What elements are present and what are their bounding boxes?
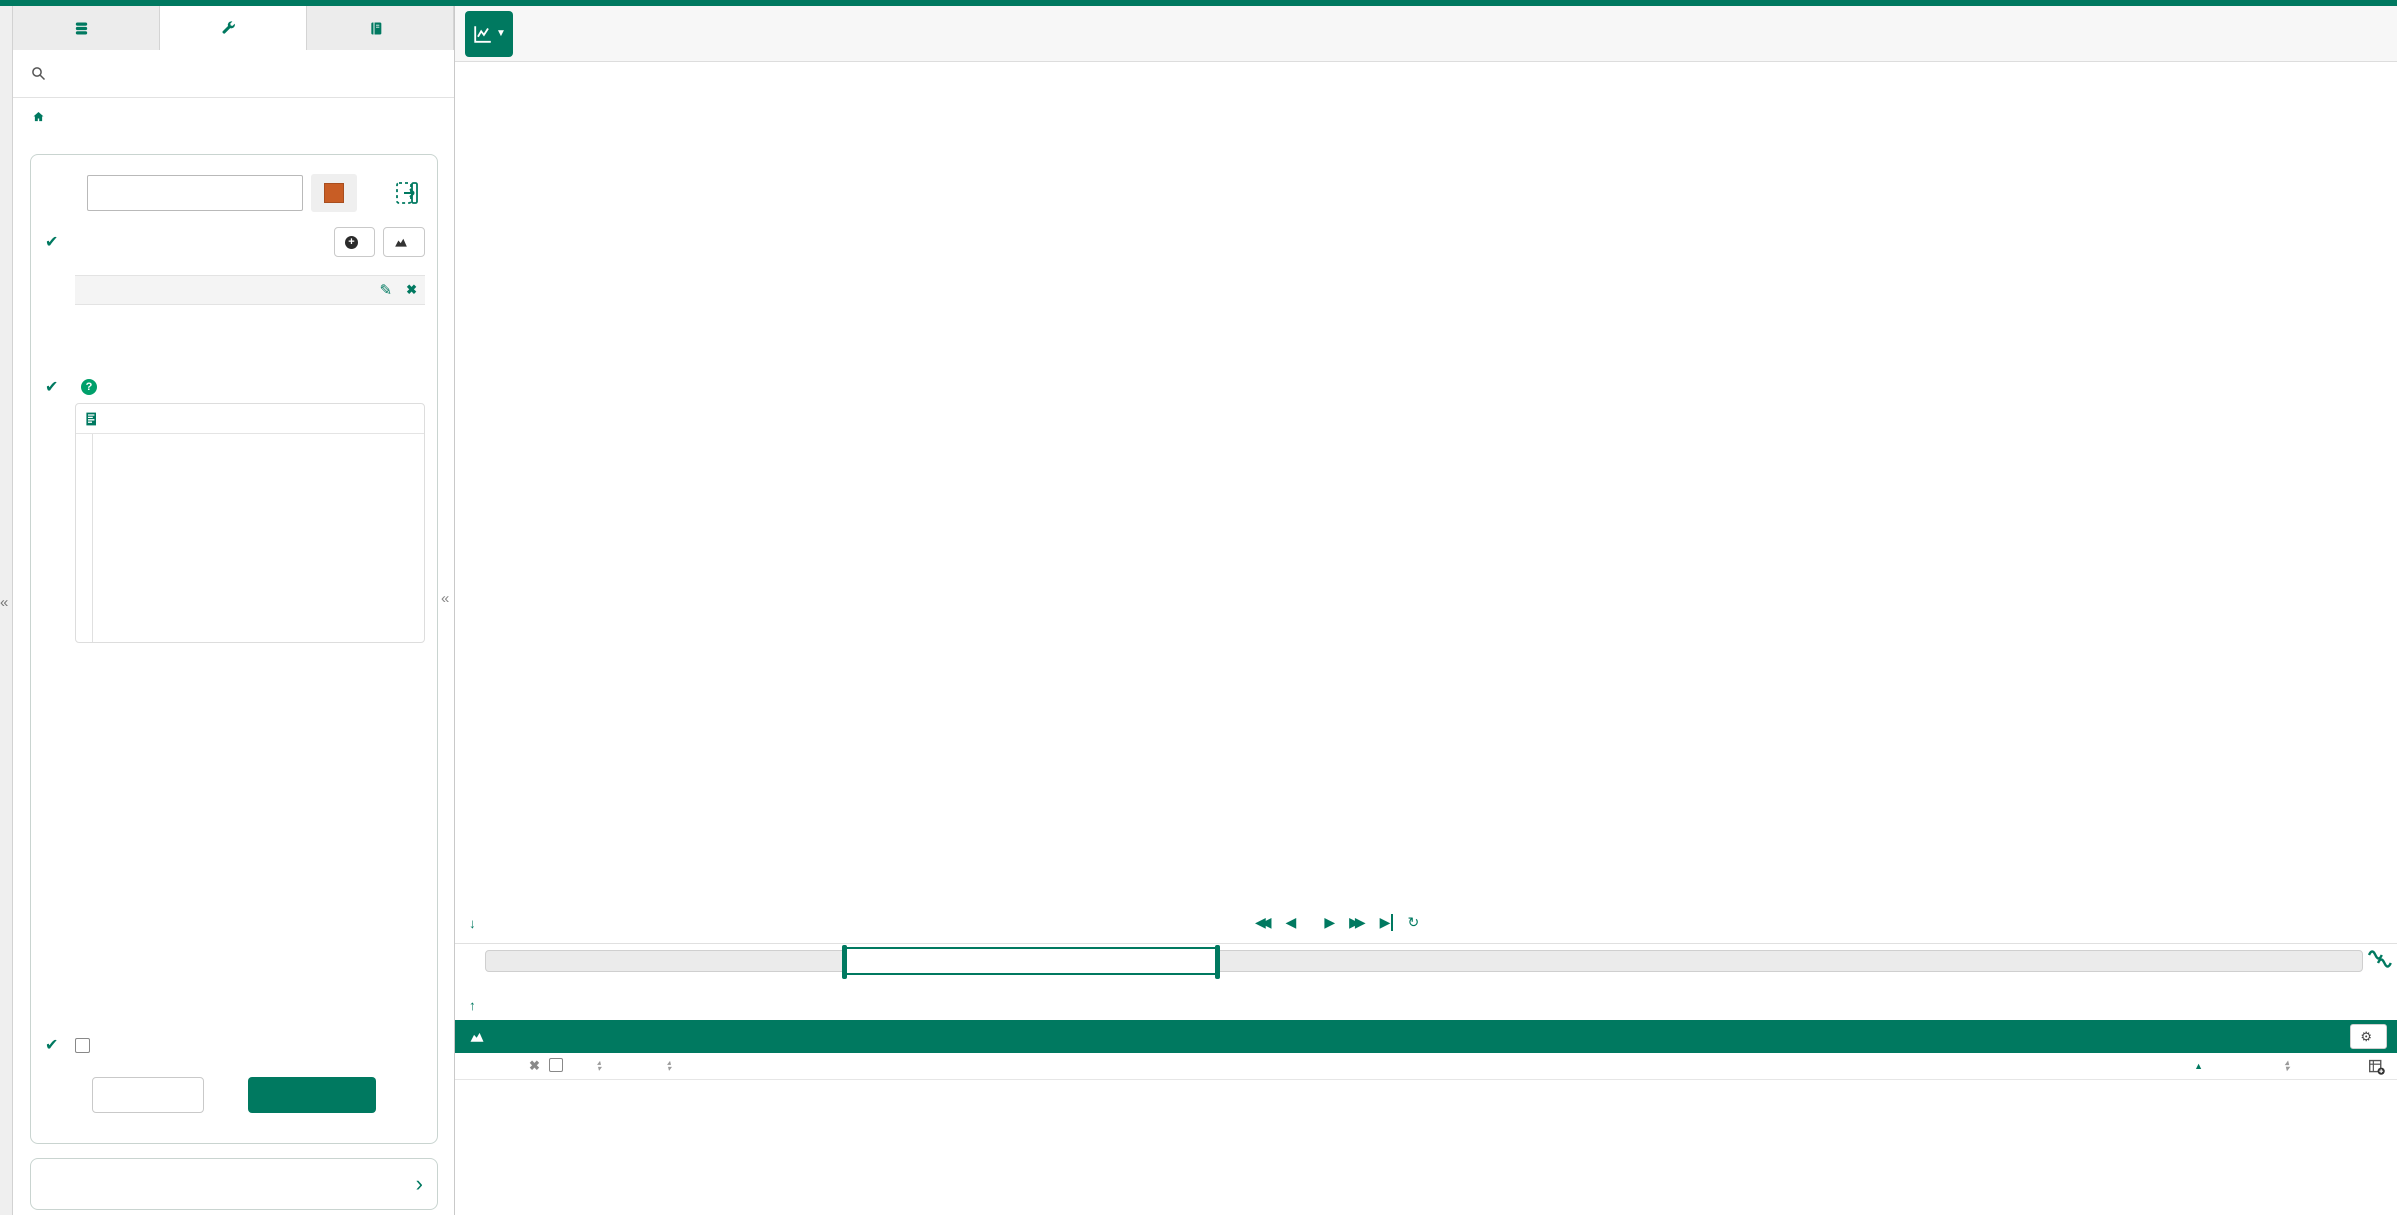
step-to-end-icon[interactable]: ▶	[1380, 914, 1394, 931]
formula-tool-panel: ✔ + ✎ ✖ ✔	[30, 154, 438, 1144]
derived-data-card[interactable]: ›	[30, 1158, 438, 1210]
sort-asc-icon: ▲	[2194, 1061, 2203, 1071]
range-step-controls: ◀◀ ◀ ▶ ▶▶ ▶ ↻	[1255, 914, 1419, 931]
lanes-canvas	[455, 62, 2397, 908]
display-range-bar: ↓ ◀◀ ◀ ▶ ▶▶ ▶ ↻	[455, 908, 2397, 944]
check-icon: ✔	[45, 377, 75, 397]
formula-section-header: ✔ ?	[45, 377, 425, 397]
sort-icon[interactable]: ▴▾	[667, 1060, 671, 1072]
formula-editor[interactable]	[75, 403, 425, 643]
selection-left-handle[interactable]	[842, 945, 847, 979]
editor-toolbar	[76, 404, 424, 434]
formula-code[interactable]	[76, 434, 424, 643]
select-all-checkbox[interactable]	[549, 1058, 563, 1075]
check-icon: ✔	[45, 232, 75, 252]
check-icon: ✔	[45, 1035, 75, 1055]
chevron-right-icon: ›	[416, 1171, 423, 1197]
trend-lanes[interactable]	[455, 62, 2397, 908]
sidebar-tabs	[13, 6, 454, 50]
journal-icon	[368, 20, 384, 37]
search-icon	[31, 66, 46, 81]
tool-sidebar: ✔ + ✎ ✖ ✔	[13, 6, 455, 1215]
step-forward-icon[interactable]: ▶	[1324, 914, 1335, 931]
investigate-start[interactable]: ↑	[469, 998, 484, 1013]
color-swatch	[324, 183, 344, 203]
gear-icon: ⚙	[2360, 1029, 2372, 1045]
selection-right-handle[interactable]	[1215, 945, 1220, 979]
available-outside-checkbox[interactable]	[75, 1038, 90, 1053]
variable-search-button[interactable]: +	[334, 227, 375, 257]
execute-button[interactable]	[248, 1077, 376, 1113]
plus-icon: +	[345, 236, 358, 249]
arrow-down-icon: ↓	[469, 916, 476, 931]
collapse-sidebar-icon[interactable]: «	[441, 590, 449, 607]
trend-toolbar: ▼	[455, 6, 2397, 62]
tab-tools[interactable]	[160, 6, 307, 50]
formula-actions	[31, 1077, 437, 1113]
timeline-scrubber: ↑	[455, 944, 2397, 1020]
step-back-double-icon[interactable]: ◀◀	[1255, 914, 1272, 931]
edit-variable-icon[interactable]: ✎	[380, 281, 393, 299]
column-count[interactable]: ▴▾	[2281, 1060, 2289, 1072]
document-outline-icon[interactable]	[84, 411, 100, 427]
column-lane[interactable]: ▲	[2190, 1061, 2203, 1071]
wrench-icon	[220, 20, 237, 37]
details-panel: ⚙ ✖ ▴▾ ▴▾ ▲ ▴▾	[455, 1020, 2397, 1215]
editor-gutter	[92, 434, 93, 643]
view-mode-dropdown[interactable]: ▼	[465, 11, 513, 57]
timeline-track[interactable]	[485, 950, 2363, 972]
filter-tools-input[interactable]	[13, 50, 454, 98]
sort-icon[interactable]: ▴▾	[597, 1060, 601, 1072]
refresh-icon[interactable]: ↻	[1407, 914, 1419, 931]
move-to-journal-icon[interactable]	[395, 180, 419, 206]
step-back-icon[interactable]: ◀	[1286, 914, 1297, 931]
range-start-link[interactable]: ↓	[469, 916, 484, 931]
trend-view: ▼ ↓ ◀◀ ◀ ▶ ▶▶ ▶ ↻	[455, 6, 2397, 1215]
tab-journal[interactable]	[307, 6, 454, 50]
details-panel-header: ⚙	[455, 1020, 2397, 1053]
trend-view-icon	[472, 23, 494, 45]
variable-row: ✎ ✖	[75, 275, 425, 305]
variables-table: ✎ ✖	[75, 267, 425, 305]
breadcrumb	[31, 110, 64, 124]
details-table-header: ✖ ▴▾ ▴▾ ▲ ▴▾	[455, 1053, 2397, 1080]
variable-details-button[interactable]	[383, 227, 425, 257]
database-icon	[73, 20, 90, 37]
cancel-button[interactable]	[92, 1077, 204, 1113]
expand-left-panel-icon[interactable]: «	[0, 594, 8, 611]
area-chart-icon	[394, 236, 408, 248]
home-icon[interactable]	[31, 110, 46, 124]
add-column-icon[interactable]	[2368, 1058, 2385, 1075]
chevron-down-icon: ▼	[496, 28, 506, 39]
sort-icon: ▴▾	[2285, 1060, 2289, 1072]
formula-name-row	[45, 173, 425, 213]
auto-update-icon[interactable]	[2367, 946, 2393, 972]
area-chart-icon	[469, 1030, 485, 1043]
step-forward-double-icon[interactable]: ▶▶	[1349, 914, 1366, 931]
tab-data[interactable]	[13, 6, 160, 50]
customize-button[interactable]: ⚙	[2350, 1024, 2387, 1049]
arrow-up-icon: ↑	[469, 998, 476, 1013]
collapsed-panel-rail: «	[0, 6, 13, 1215]
help-icon[interactable]: ?	[81, 379, 97, 395]
timeline-selection-window[interactable]	[844, 947, 1218, 975]
remove-all-icon[interactable]: ✖	[529, 1058, 540, 1074]
variables-section-header: ✔ +	[45, 227, 425, 257]
available-outside-row: ✔	[45, 1035, 425, 1055]
remove-variable-icon[interactable]: ✖	[406, 282, 417, 298]
formula-name-input[interactable]	[87, 175, 303, 211]
color-swatch-button[interactable]	[311, 174, 357, 212]
